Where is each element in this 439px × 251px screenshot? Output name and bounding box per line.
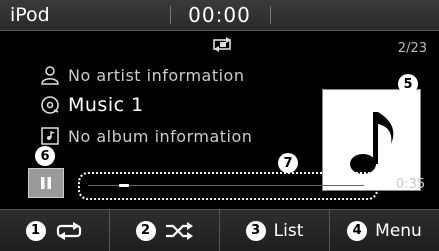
song-title: Music 1 [68, 94, 144, 116]
progress-track [88, 185, 364, 186]
person-icon [41, 66, 59, 85]
disc-icon [41, 96, 59, 114]
artist-row: No artist information [40, 65, 244, 85]
divider [270, 6, 271, 24]
progress-fill [118, 184, 129, 187]
clock: 00:00 [188, 3, 251, 27]
elapsed-time: 0:35 [396, 177, 426, 192]
softkey-number: 1 [25, 220, 46, 241]
title-row: Music 1 [40, 94, 144, 116]
track-counter: 2/23 [397, 41, 427, 56]
artist-text: No artist information [68, 65, 245, 85]
pause-button[interactable] [28, 168, 64, 198]
softkey-number: 4 [347, 220, 368, 241]
album-row: No album information [40, 126, 252, 146]
softkey-bar: 1 2 3 List 4 Menu [0, 209, 439, 251]
callout-5: 5 [398, 74, 418, 94]
callout-6: 6 [35, 146, 55, 166]
progress-bar[interactable] [78, 172, 378, 200]
album-text: No album information [68, 126, 253, 146]
shuffle-button[interactable]: 2 [110, 210, 220, 251]
pause-icon [41, 177, 51, 189]
ipod-player-screen: iPod 00:00 2/23 No artist information Mu… [0, 0, 439, 251]
softkey-number: 3 [245, 220, 266, 241]
album-icon [41, 127, 59, 145]
list-label: List [273, 220, 304, 241]
repeat-button[interactable]: 1 [0, 210, 110, 251]
shuffle-icon [165, 221, 193, 240]
menu-button[interactable]: 4 Menu [330, 210, 439, 251]
list-button[interactable]: 3 List [220, 210, 330, 251]
callout-7: 7 [278, 153, 298, 173]
menu-label: Menu [375, 220, 422, 241]
status-bar: iPod 00:00 [0, 0, 439, 31]
softkey-number: 2 [135, 220, 156, 241]
repeat-icon [56, 221, 81, 240]
repeat-status-icon [213, 37, 231, 52]
now-playing-panel: 2/23 No artist information Music 1 No al [0, 31, 439, 207]
